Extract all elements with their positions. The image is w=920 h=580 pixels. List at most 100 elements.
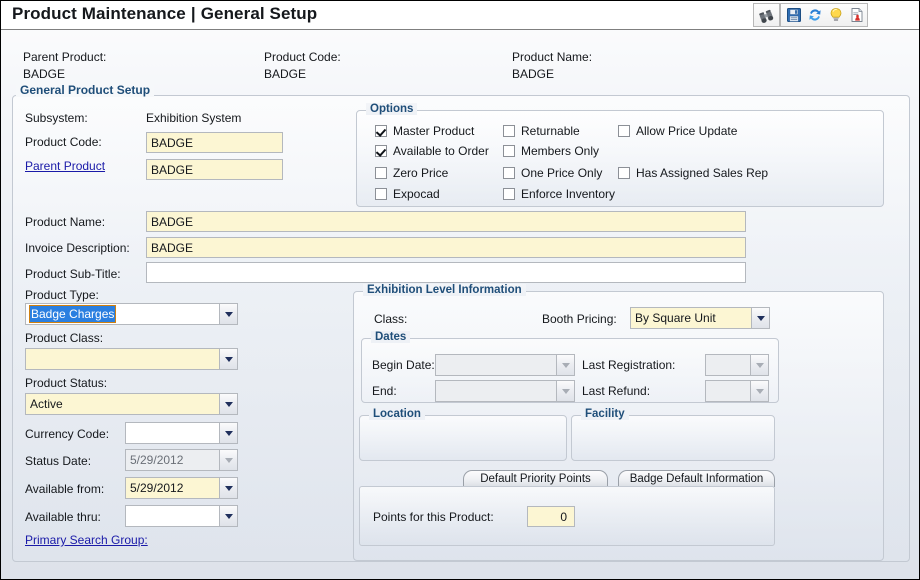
product-type-select[interactable]: Badge Charges [25,303,238,325]
chevron-down-icon[interactable] [219,477,238,499]
checkbox-label: Returnable [521,124,580,138]
facility-legend: Facility [581,408,629,420]
begin-date-value [435,354,556,376]
product-subtitle-input[interactable] [146,262,746,283]
chevron-down-icon[interactable] [556,380,575,402]
available-thru-label: Available thru: [25,510,101,524]
checkbox-returnable[interactable]: Returnable [503,124,580,138]
available-from-value: 5/29/2012 [125,477,219,499]
application-window: Product Maintenance|General Setup [0,0,920,580]
checkbox-expocad[interactable]: Expocad [375,187,440,201]
checkbox-label: Expocad [393,187,440,201]
booth-pricing-label: Booth Pricing: [542,312,617,326]
checkbox-label: One Price Only [521,166,602,180]
checkbox-label: Available to Order [393,144,489,158]
toolbar-group-actions [780,3,868,27]
last-refund-picker[interactable] [705,380,769,402]
product-code-label: Product Code: [25,135,102,149]
product-type-field: Badge Charges [25,303,219,325]
checkbox-box [618,167,630,179]
chevron-down-icon[interactable] [219,348,238,370]
tab-badge-default-information[interactable]: Badge Default Information [618,470,775,487]
subsystem-value: Exhibition System [146,111,241,125]
header-product-name-label: Product Name: [512,50,592,64]
invoice-description-input[interactable]: BADGE [146,237,746,258]
class-label: Class: [374,312,407,326]
checkbox-available-to-order[interactable]: Available to Order [375,144,489,158]
product-name-input[interactable]: BADGE [146,211,746,232]
checkbox-box [375,188,387,200]
chevron-down-icon[interactable] [219,505,238,527]
binoculars-icon[interactable] [757,5,777,25]
header-product-name-value: BADGE [512,67,554,81]
chevron-down-icon[interactable] [219,422,238,444]
checkbox-box [375,125,387,137]
last-refund-label: Last Refund: [582,384,650,398]
toolbar-group-search [753,3,780,27]
header-parent-product-value: BADGE [23,67,65,81]
checkbox-members-only[interactable]: Members Only [503,144,599,158]
chevron-down-icon[interactable] [219,303,238,325]
available-from-label: Available from: [25,482,104,496]
product-status-value: Active [25,393,219,415]
last-registration-picker[interactable] [705,354,769,376]
product-name-label: Product Name: [25,215,105,229]
booth-pricing-value: By Square Unit [630,307,751,329]
parent-product-link[interactable]: Parent Product [25,159,105,173]
options-legend: Options [366,103,417,115]
available-from-picker[interactable]: 5/29/2012 [125,477,238,499]
chevron-down-icon[interactable] [750,380,769,402]
checkbox-allow-price-update[interactable]: Allow Price Update [618,124,737,138]
title-bar: Product Maintenance|General Setup [1,1,919,30]
checkbox-one-price-only[interactable]: One Price Only [503,166,602,180]
facility-group: Facility [571,415,775,461]
page-title-main: Product Maintenance [12,4,186,23]
toolbar [753,3,868,27]
checkbox-zero-price[interactable]: Zero Price [375,166,448,180]
product-status-label: Product Status: [25,376,107,390]
chevron-down-icon[interactable] [219,449,238,471]
report-icon[interactable] [848,5,867,25]
last-registration-label: Last Registration: [582,358,675,372]
status-date-value: 5/29/2012 [125,449,219,471]
checkbox-label: Zero Price [393,166,448,180]
refresh-icon[interactable] [805,5,824,25]
end-date-label: End: [372,384,397,398]
begin-date-label: Begin Date: [372,358,435,372]
chevron-down-icon[interactable] [219,393,238,415]
chevron-down-icon[interactable] [556,354,575,376]
checkbox-label: Master Product [393,124,474,138]
checkbox-master-product[interactable]: Master Product [375,124,474,138]
available-thru-picker[interactable] [125,505,238,527]
checkbox-box [503,145,515,157]
product-code-input[interactable]: BADGE [146,132,283,153]
product-subtitle-label: Product Sub-Title: [25,267,121,281]
chevron-down-icon[interactable] [750,354,769,376]
header-parent-product-label: Parent Product: [23,50,106,64]
last-registration-value [705,354,750,376]
tab-default-priority-points[interactable]: Default Priority Points [463,470,608,487]
lightbulb-icon[interactable] [827,5,846,25]
currency-code-select[interactable] [125,422,238,444]
header-product-code-label: Product Code: [264,50,341,64]
checkbox-has-assigned-sales-rep[interactable]: Has Assigned Sales Rep [618,166,768,180]
checkbox-label: Has Assigned Sales Rep [636,166,768,180]
points-for-this-product-input[interactable]: 0 [527,506,575,527]
begin-date-picker[interactable] [435,354,575,376]
checkbox-enforce-inventory[interactable]: Enforce Inventory [503,187,615,201]
dates-legend: Dates [371,331,410,343]
chevron-down-icon[interactable] [751,307,770,329]
end-date-picker[interactable] [435,380,575,402]
checkbox-box [375,145,387,157]
location-legend: Location [369,408,425,420]
product-class-select[interactable] [25,348,238,370]
status-date-picker[interactable]: 5/29/2012 [125,449,238,471]
primary-search-group-link[interactable]: Primary Search Group: [25,533,148,547]
booth-pricing-select[interactable]: By Square Unit [630,307,770,329]
last-refund-value [705,380,750,402]
product-status-select[interactable]: Active [25,393,238,415]
parent-product-input[interactable]: BADGE [146,159,283,180]
product-type-label: Product Type: [25,288,99,302]
save-icon[interactable] [784,5,803,25]
exhibition-legend: Exhibition Level Information [363,284,526,296]
